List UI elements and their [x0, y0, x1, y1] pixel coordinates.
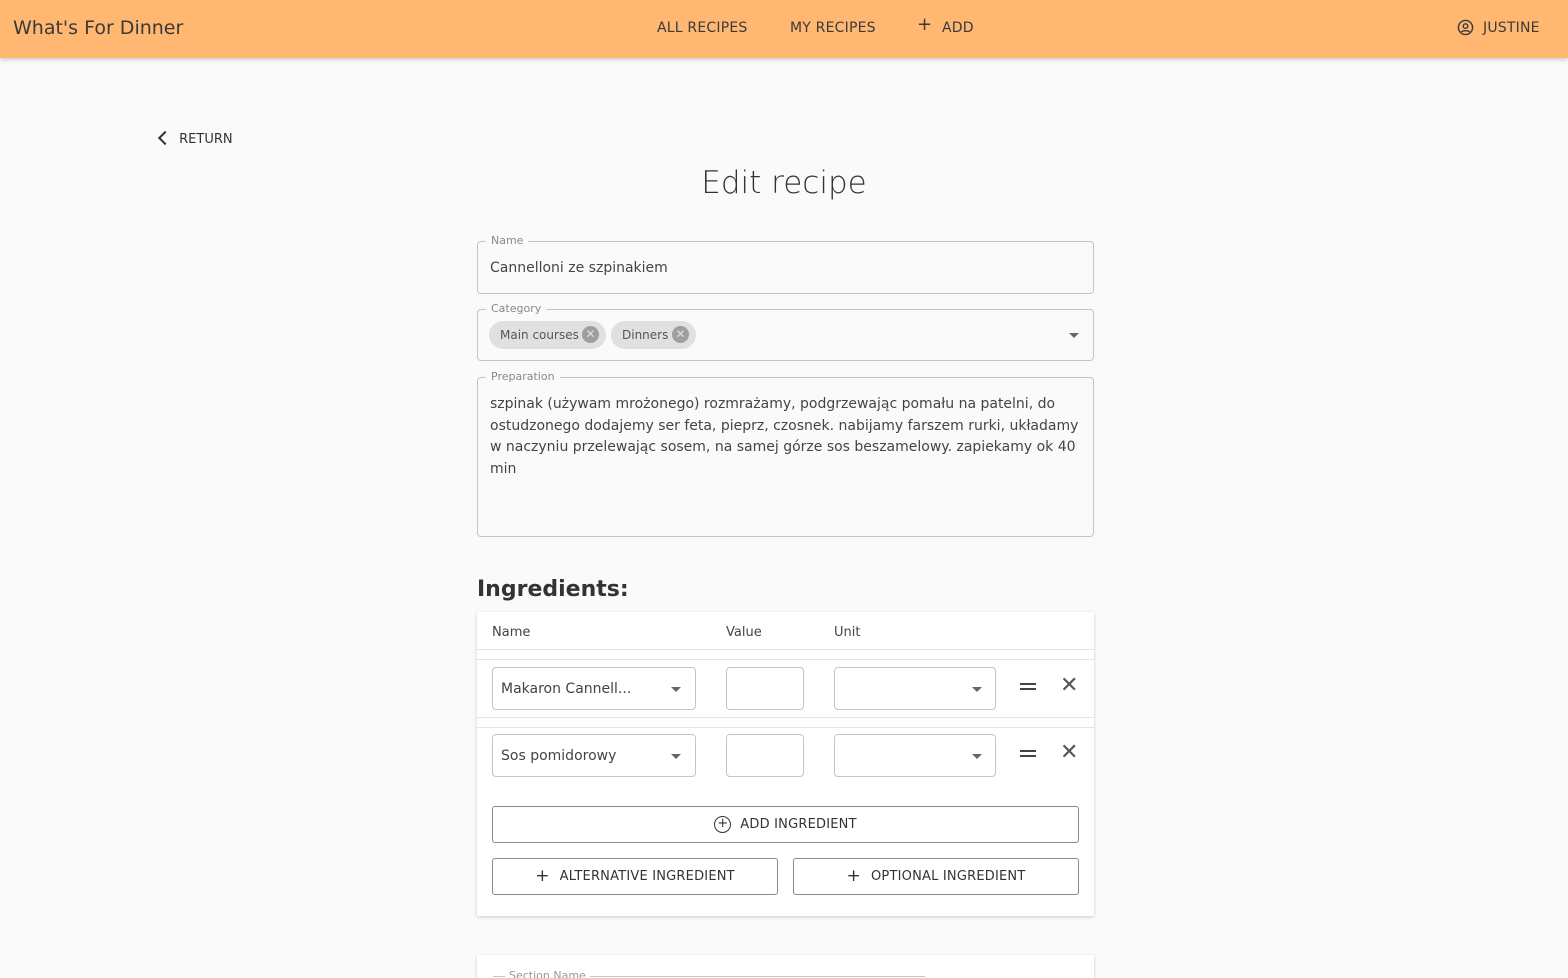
ingredient-name-select[interactable]: Sos pomidorowy [492, 734, 696, 777]
nav-my-recipes[interactable]: MY RECIPES [790, 20, 876, 36]
ingredient-name-value: Makaron Cannell... [501, 681, 632, 697]
caret-down-icon [972, 687, 982, 692]
add-ingredient-label: ADD INGREDIENT [740, 817, 857, 832]
nav-add-label: ADD [942, 20, 974, 36]
add-ingredient-button[interactable]: + ADD INGREDIENT [492, 806, 1079, 843]
app-bar: What's For Dinner ALL RECIPES MY RECIPES… [0, 0, 1568, 58]
drag-handle-icon[interactable] [1020, 750, 1036, 757]
plus-icon: + [846, 866, 861, 886]
name-field[interactable]: Name Cannelloni ze szpinakiem [477, 234, 1094, 294]
caret-down-icon [671, 754, 681, 759]
ingredients-title: Ingredients: [477, 577, 629, 602]
category-field-label: Category [486, 302, 547, 315]
name-field-label: Name [486, 234, 529, 247]
caret-down-icon[interactable] [1069, 333, 1079, 338]
preparation-text: szpinak (używam mrożonego) rozmrażamy, p… [490, 396, 1079, 477]
caret-down-icon [671, 687, 681, 692]
plus-icon: + [535, 866, 550, 886]
drag-handle-icon[interactable] [1020, 683, 1036, 690]
return-label: RETURN [179, 132, 233, 147]
cancel-icon[interactable]: ✕ [582, 326, 599, 343]
preparation-textarea[interactable]: Preparation szpinak (używam mrożonego) r… [477, 370, 1094, 537]
preparation-field-label: Preparation [486, 370, 560, 383]
optional-ingredient-label: OPTIONAL INGREDIENT [870, 869, 1026, 884]
nav-all-recipes[interactable]: ALL RECIPES [657, 20, 747, 36]
ingredient-unit-select[interactable] [834, 734, 996, 777]
ingredient-value-input[interactable] [726, 734, 804, 777]
user-name: JUSTINE [1483, 20, 1540, 36]
chevron-left-icon [157, 130, 173, 146]
category-chip-label: Main courses [500, 328, 579, 342]
name-field-value: Cannelloni ze szpinakiem [490, 260, 668, 276]
divider [477, 649, 1094, 650]
divider [477, 727, 1094, 728]
ingredient-name-select[interactable]: Makaron Cannell... [492, 667, 696, 710]
divider [477, 659, 1094, 660]
column-header-unit: Unit [834, 625, 861, 640]
column-header-value: Value [726, 625, 762, 640]
category-select[interactable]: Category Main courses ✕ Dinners ✕ [477, 302, 1094, 361]
alternative-ingredient-label: ALTERNATIVE INGREDIENT [559, 869, 735, 884]
category-chip[interactable]: Dinners ✕ [611, 321, 696, 349]
alternative-ingredient-button[interactable]: + ALTERNATIVE INGREDIENT [492, 858, 778, 895]
close-icon[interactable]: ✕ [1060, 742, 1078, 764]
account-circle-icon [1457, 19, 1474, 36]
ingredient-value-input[interactable] [726, 667, 804, 710]
ingredient-name-value: Sos pomidorowy [501, 748, 617, 764]
ingredients-card: Name Value Unit Makaron Cannell... ✕ Sos… [477, 612, 1094, 916]
column-header-name: Name [492, 625, 531, 640]
section-card: Section Name [477, 955, 1094, 978]
add-circle-outline-icon: + [714, 816, 732, 833]
category-chip-label: Dinners [622, 328, 669, 342]
caret-down-icon [972, 754, 982, 759]
plus-icon: + [917, 14, 933, 35]
page-title: Edit recipe [701, 165, 867, 201]
optional-ingredient-button[interactable]: + OPTIONAL INGREDIENT [793, 858, 1079, 895]
category-chip[interactable]: Main courses ✕ [489, 321, 606, 349]
divider [477, 717, 1094, 718]
cancel-icon[interactable]: ✕ [672, 326, 689, 343]
app-brand[interactable]: What's For Dinner [13, 17, 183, 39]
close-icon[interactable]: ✕ [1060, 675, 1078, 697]
section-name-label: Section Name [505, 969, 590, 978]
return-button[interactable]: RETURN [156, 130, 233, 147]
ingredient-unit-select[interactable] [834, 667, 996, 710]
